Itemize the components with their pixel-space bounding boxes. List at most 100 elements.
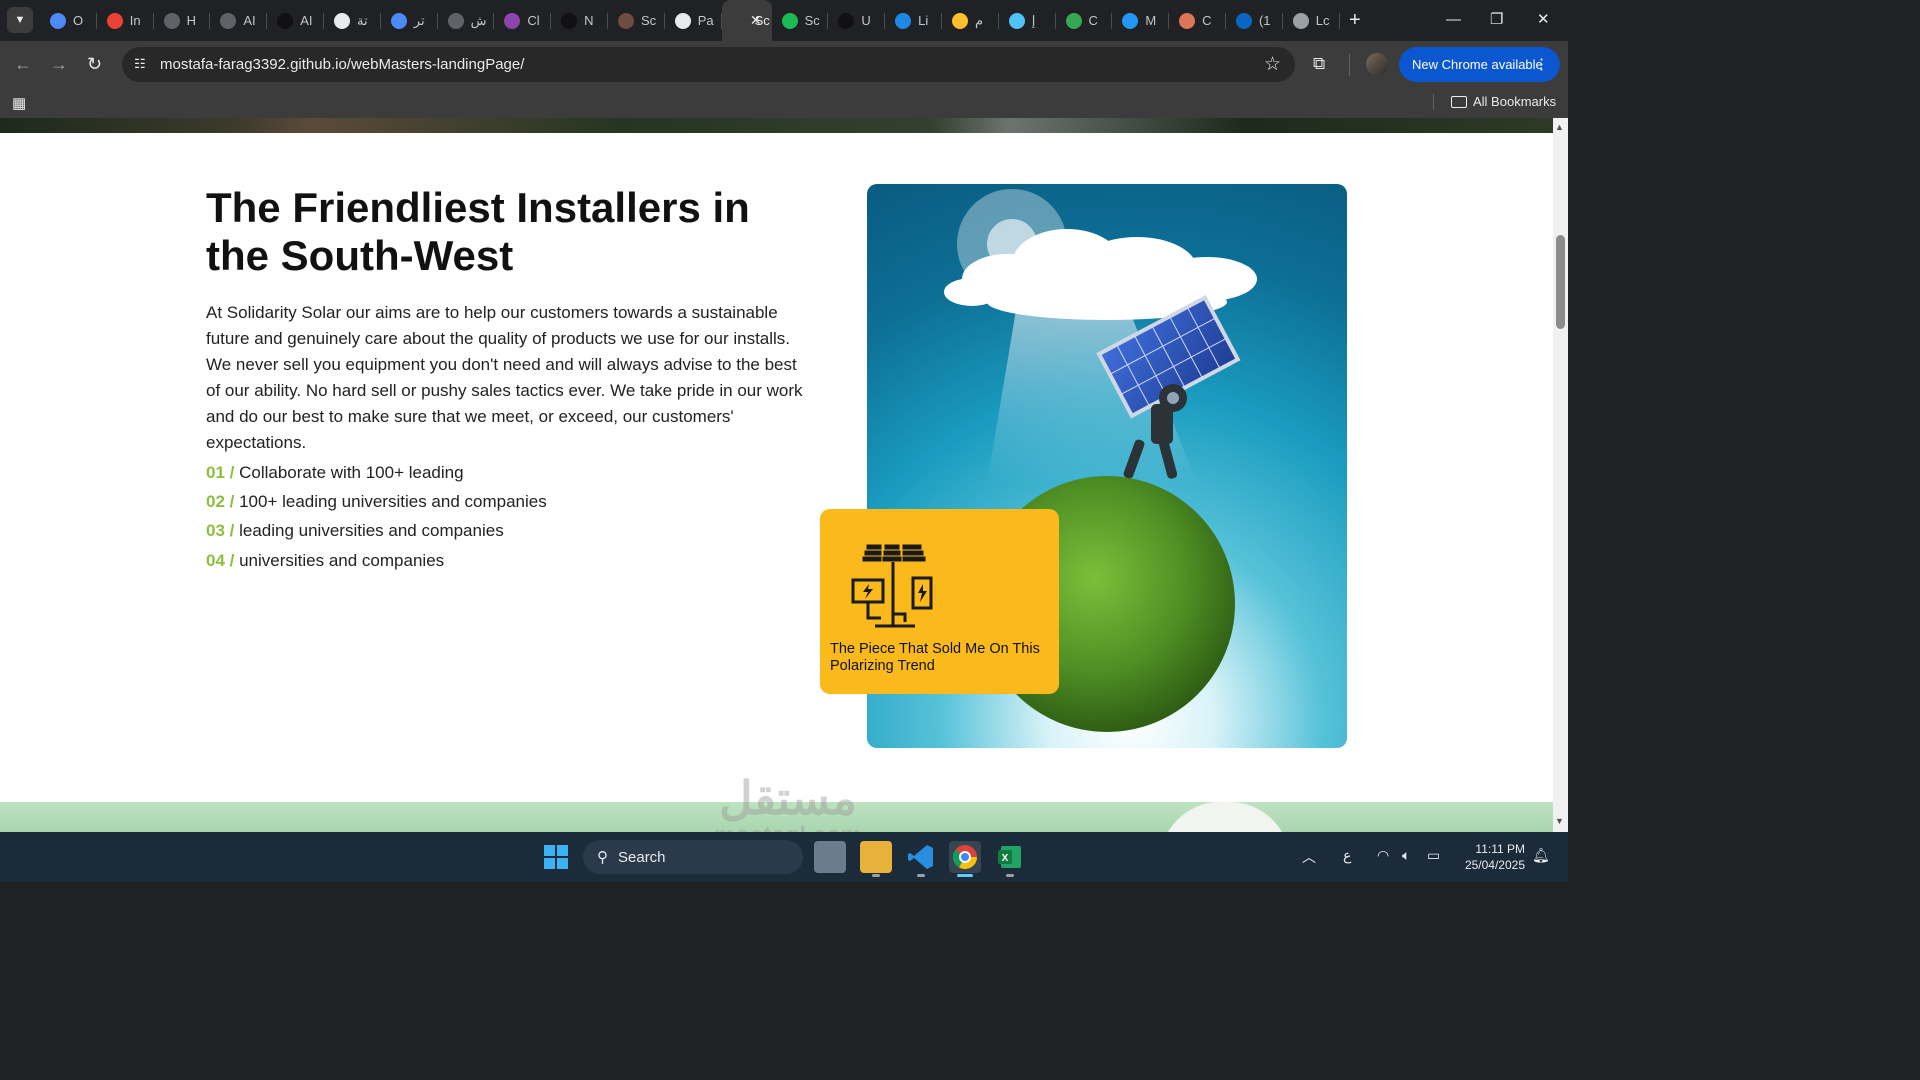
new-tab-button[interactable]: +	[1349, 8, 1361, 32]
all-bookmarks-label: All Bookmarks	[1473, 94, 1557, 109]
notification-bell-icon[interactable]: 🔔︎	[1532, 847, 1550, 864]
minimize-button[interactable]: —	[1446, 8, 1461, 32]
browser-tab[interactable]: In	[97, 0, 154, 41]
feature-text: universities and companies	[239, 550, 445, 570]
windows-taskbar: ⚲ Search X ︿ ع ◠ 🔈︎ ▭ 11:11 PM 25/04/202…	[0, 832, 1568, 882]
tab-label: تة	[356, 12, 368, 28]
browser-tab[interactable]: تة	[324, 0, 381, 41]
tab-favicon-icon	[333, 12, 350, 29]
tab-label: تر	[413, 12, 425, 28]
browser-tab[interactable]: M	[1112, 0, 1169, 41]
watermark-arabic: مستقل	[719, 772, 857, 824]
input-language[interactable]: ع	[1343, 847, 1351, 864]
site-info-icon[interactable]: ☷	[134, 56, 150, 72]
taskbar-search[interactable]: ⚲ Search	[583, 840, 803, 874]
system-clock[interactable]: 11:11 PM 25/04/2025	[1459, 841, 1525, 873]
tab-label: H	[186, 13, 196, 28]
browser-tab[interactable]: Pa	[665, 0, 722, 41]
tab-favicon-icon	[895, 12, 912, 29]
tab-favicon-icon	[1235, 12, 1252, 29]
start-button[interactable]	[544, 845, 568, 869]
browser-tab[interactable]: Sc	[608, 0, 665, 41]
tab-favicon-icon	[781, 12, 798, 29]
chrome-update-label: New Chrome available	[1412, 57, 1543, 72]
browser-tab[interactable]: (1	[1226, 0, 1283, 41]
feature-card[interactable]: The Piece That Sold Me On This Polarizin…	[820, 509, 1059, 694]
tab-favicon-icon	[1008, 12, 1025, 29]
browser-tab[interactable]: C	[1056, 0, 1113, 41]
battery-icon[interactable]: ▭	[1427, 847, 1440, 864]
tab-label: إ	[1031, 12, 1036, 28]
browser-tab[interactable]: C	[1169, 0, 1226, 41]
feature-item: 04 / universities and companies	[206, 546, 547, 575]
svg-text:X: X	[1002, 853, 1009, 864]
card-title[interactable]: The Piece That Sold Me On This Polarizin…	[830, 641, 1050, 675]
tab-label: Cl	[527, 13, 540, 28]
scroll-thumb[interactable]	[1556, 235, 1565, 329]
browser-tab[interactable]: إ	[999, 0, 1056, 41]
browser-tab[interactable]: N	[551, 0, 608, 41]
chrome-update-button[interactable]: New Chrome available ⋮	[1399, 47, 1560, 82]
forward-button[interactable]: →	[50, 53, 68, 75]
restore-button[interactable]: ❐	[1490, 8, 1503, 32]
page-scrollbar[interactable]: ▲ ▼	[1553, 118, 1568, 832]
wifi-icon[interactable]: ◠	[1377, 847, 1389, 864]
browser-tab[interactable]: AI	[210, 0, 267, 41]
tab-search-button[interactable]: ▼	[7, 7, 33, 33]
browser-tab[interactable]: H	[154, 0, 211, 41]
address-bar[interactable]: ☷ mostafa-farag3392.github.io/webMasters…	[122, 47, 1295, 82]
tab-favicon-icon	[277, 12, 294, 29]
apps-grid-icon[interactable]: ▦	[12, 94, 26, 112]
intro-paragraph: At Solidarity Solar our aims are to help…	[206, 303, 803, 452]
feature-item: 03 / leading universities and companies	[206, 516, 547, 545]
feature-number: 03 /	[206, 521, 235, 541]
chrome-icon[interactable]	[949, 841, 981, 877]
previous-section-image	[0, 118, 1553, 133]
browser-tab[interactable]: Cl	[494, 0, 551, 41]
profile-avatar[interactable]	[1366, 53, 1388, 75]
browser-tab[interactable]: Sc	[772, 0, 829, 41]
excel-icon[interactable]: X	[994, 841, 1026, 877]
tab-favicon-icon	[447, 12, 464, 29]
volume-icon[interactable]: 🔈︎	[1402, 847, 1410, 864]
tray-overflow-icon[interactable]: ︿	[1302, 847, 1316, 867]
feature-item: 02 / 100+ leading universities and compa…	[206, 487, 547, 516]
extensions-icon[interactable]: ⧉	[1313, 54, 1325, 74]
tab-label: Li	[918, 13, 929, 28]
url-text[interactable]: mostafa-farag3392.github.io/webMasters-l…	[160, 56, 524, 73]
tab-favicon-icon	[50, 12, 66, 29]
taskbar-app-task-view[interactable]	[814, 841, 846, 873]
more-menu-icon[interactable]: ⋮	[1534, 55, 1549, 73]
tab-list: O In H AI AI تة تر ش Cl N Sc Pa Sc ✕ Sc U Li م إ C M C (1 Lc	[40, 0, 1340, 41]
browser-tab[interactable]: Li	[885, 0, 942, 41]
bookmark-star-icon[interactable]: ☆	[1264, 53, 1281, 76]
reload-button[interactable]: ↻	[87, 53, 102, 75]
browser-tab[interactable]: تر	[381, 0, 438, 41]
close-window-button[interactable]: ✕	[1537, 8, 1550, 32]
feature-text: 100+ leading universities and companies	[239, 492, 547, 512]
browser-tab[interactable]: O	[40, 0, 97, 41]
tab-favicon-icon	[1065, 12, 1082, 29]
tab-close-icon[interactable]: ✕	[750, 12, 762, 29]
file-explorer-icon[interactable]	[860, 841, 892, 877]
browser-tab[interactable]: AI	[267, 0, 324, 41]
tab-label: C	[1088, 13, 1098, 28]
all-bookmarks-button[interactable]: All Bookmarks	[1451, 94, 1556, 109]
tab-label: O	[73, 13, 84, 28]
page-viewport: The Friendliest Installers in the South-…	[0, 118, 1553, 832]
tab-favicon-icon	[1122, 12, 1139, 29]
scroll-up-arrow-icon[interactable]: ▲	[1555, 122, 1564, 132]
scroll-down-arrow-icon[interactable]: ▼	[1555, 816, 1564, 826]
back-button[interactable]: ←	[14, 53, 32, 75]
folder-icon	[1451, 95, 1467, 108]
tab-favicon-icon	[106, 12, 123, 29]
browser-tab[interactable]: Sc ✕	[721, 0, 772, 41]
clock-date: 25/04/2025	[1464, 858, 1525, 872]
clock-time: 11:11 PM	[1475, 842, 1525, 856]
vscode-icon[interactable]	[905, 841, 937, 877]
browser-tab[interactable]: ش	[438, 0, 495, 41]
browser-tab[interactable]: U	[828, 0, 885, 41]
search-icon: ⚲	[597, 849, 608, 866]
browser-tab[interactable]: م	[942, 0, 999, 41]
browser-tab[interactable]: Lc	[1283, 0, 1340, 41]
